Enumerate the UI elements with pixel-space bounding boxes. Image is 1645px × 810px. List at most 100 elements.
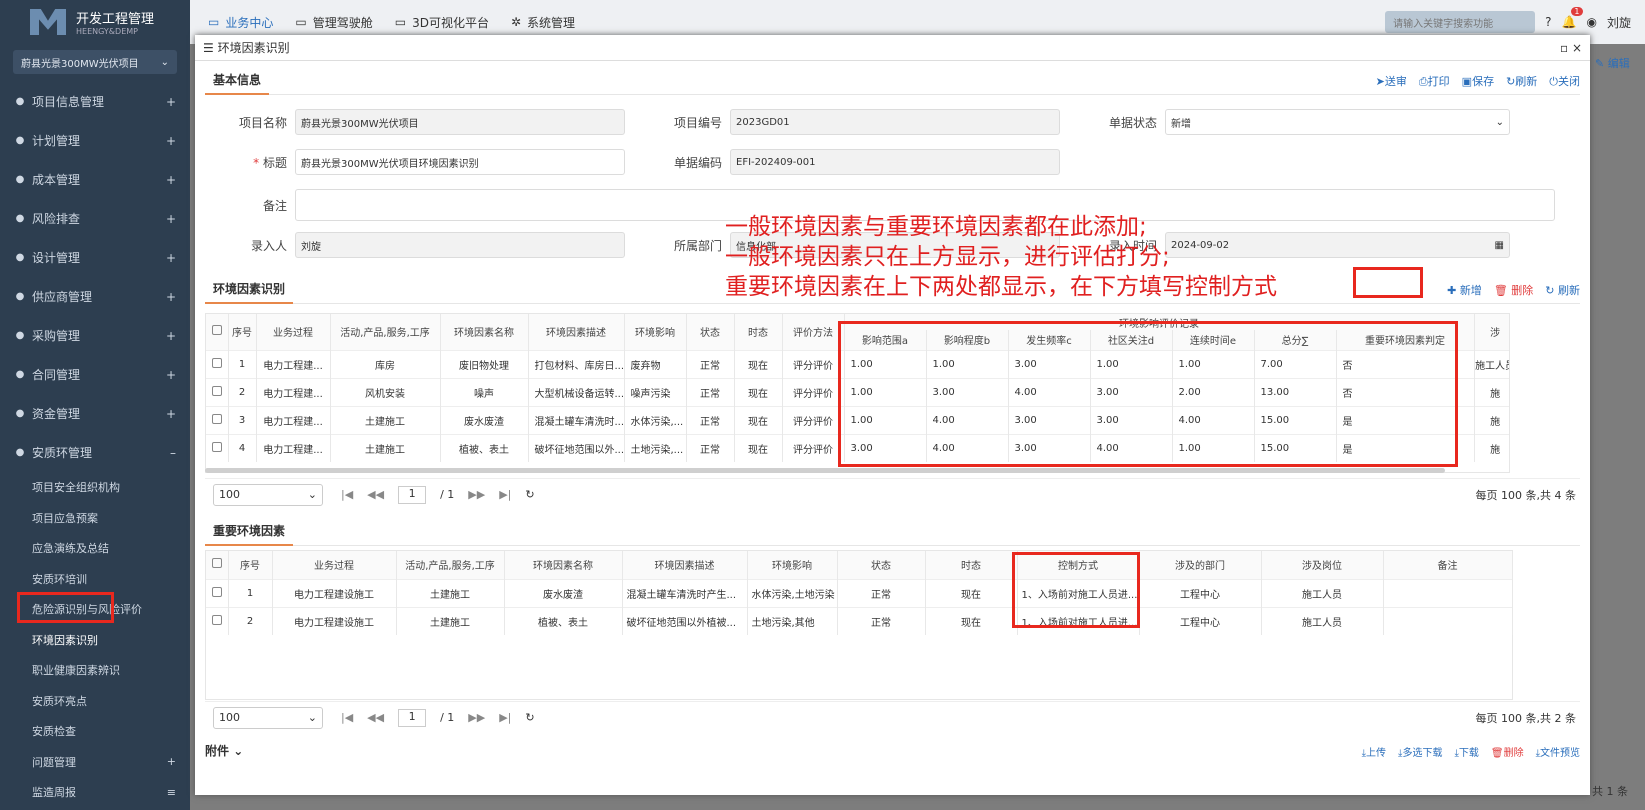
next-page-icon[interactable]: ▶▶ [468,711,485,724]
column-header[interactable]: 业务过程 [272,551,397,579]
sidebar-subitem[interactable]: 环境因素识别 [0,625,190,656]
sidebar-item[interactable]: ● 设计管理 + [0,238,190,277]
column-header[interactable]: 活动,产品,服务,工序 [396,551,505,579]
expand-icon[interactable]: + [166,407,176,421]
basic-action-button[interactable]: ➤送审 [1376,73,1407,89]
sidebar-subitem[interactable]: 安质环培训 [0,564,190,595]
column-header[interactable]: 环境影响 [747,551,838,579]
collapse-menu-icon[interactable]: ≡ [167,786,176,799]
first-page-icon[interactable]: |◀ [341,488,353,501]
project-select[interactable]: 蔚县光景300MW光伏项目 ⌄ [13,50,177,74]
row-checkbox[interactable] [206,406,229,434]
column-header[interactable]: 时态 [734,314,783,350]
column-header[interactable]: 序号 [228,551,273,579]
function-search-input[interactable]: 请输入关键字搜索功能 [1385,11,1536,33]
sidebar-subitem[interactable]: 项目安全组织机构 [0,472,190,503]
user-name[interactable]: 刘旋 [1607,14,1631,31]
row-checkbox[interactable] [206,607,229,635]
attachment-title[interactable]: 附件 ⌄ [205,744,243,758]
column-header[interactable]: 业务过程 [256,314,331,350]
basic-action-button[interactable]: ⏻关闭 [1549,73,1580,89]
project-no-field[interactable]: 2023GD01 [730,109,1060,135]
sidebar-subitem[interactable]: 监造周报 ≡ [0,777,190,808]
table-row[interactable]: 1 电力工程建设施工 土建施工 废水废渣 混凝土罐车清洗时产生... 水体污染,土地污染正… [206,579,1513,607]
page-size-select[interactable]: 100 ⌄ [213,483,323,506]
sidebar-item[interactable]: ● 资金管理 + [0,394,190,433]
sidebar-item[interactable]: ● 安质环管理 – [0,433,190,472]
sidebar-subitem[interactable]: 职业健康因素辨识 [0,655,190,686]
add-button[interactable]: ✚ 新增 [1447,282,1482,298]
prev-page-icon[interactable]: ◀◀ [367,488,384,501]
refresh-button[interactable]: ↻ 刷新 [1545,282,1580,298]
last-page-icon[interactable]: ▶| [499,711,511,724]
sidebar-item[interactable]: ● 采购管理 + [0,316,190,355]
column-header[interactable]: 涉及的部门 [1139,551,1262,579]
column-header[interactable]: 环境因素名称 [504,551,623,579]
column-header[interactable]: 状态 [686,314,735,350]
column-header[interactable]: 涉 [1474,314,1509,350]
sidebar-item[interactable]: ● 合同管理 + [0,355,190,394]
avatar[interactable]: ◉ [1587,15,1597,29]
row-checkbox[interactable] [206,434,229,462]
next-page-icon[interactable]: ▶▶ [468,488,485,501]
entry-field[interactable]: 刘旋 [295,232,625,258]
expand-icon[interactable]: + [166,212,176,226]
last-page-icon[interactable]: ▶| [499,488,511,501]
sidebar-subitem[interactable]: 问题管理 + [0,747,190,778]
env-table-scrollbar[interactable] [205,468,1445,473]
edit-link-behind[interactable]: ✎ 编辑 [1595,55,1630,71]
basic-action-button[interactable]: ↻刷新 [1506,73,1537,89]
select-all-checkbox[interactable] [206,314,229,350]
close-icon[interactable]: × [1572,41,1582,55]
title-field[interactable]: 蔚县光景300MW光伏项目环境因素识别 [295,149,625,175]
sidebar-subitem[interactable]: 项目应急预案 [0,503,190,534]
sidebar-item[interactable]: ● 成本管理 + [0,160,190,199]
expand-icon[interactable]: – [170,446,176,460]
column-header[interactable]: 备注 [1383,551,1513,579]
status-select[interactable]: 新增 ⌄ [1165,109,1510,135]
app-logo[interactable]: 开发工程管理 HEENGY&DEMP [0,0,190,44]
column-header[interactable]: 环境影响 [624,314,687,350]
column-header[interactable]: 评价方法 [782,314,845,350]
select-all-checkbox[interactable] [206,551,229,579]
row-checkbox[interactable] [206,579,229,607]
expand-icon[interactable]: + [166,329,176,343]
page-input[interactable]: 1 [398,485,427,504]
sidebar-item[interactable]: ● 供应商管理 + [0,277,190,316]
expand-icon[interactable]: + [166,368,176,382]
tab-system[interactable]: ✲ 系统管理 [511,14,575,31]
attachment-action-button[interactable]: ⤓文件预览 [1536,744,1580,759]
sidebar-item[interactable]: ● 风险排查 + [0,199,190,238]
column-header[interactable]: 环境因素名称 [440,314,529,350]
page-input[interactable]: 1 [398,708,427,727]
reload-icon[interactable]: ↻ [525,488,534,501]
attachment-action-button[interactable]: ⤓上传 [1362,744,1386,759]
basic-action-button[interactable]: ▣保存 [1462,73,1494,89]
sidebar-item[interactable]: ● 项目信息管理 + [0,82,190,121]
code-field[interactable]: EFI-202409-001 [730,149,1060,175]
basic-action-button[interactable]: ⎙打印 [1419,73,1450,89]
tab-3d-platform[interactable]: ▭ 3D可视化平台 [395,14,489,31]
column-header[interactable]: 环境因素描述 [528,314,625,350]
column-header[interactable]: 环境因素描述 [622,551,748,579]
tab-business-center[interactable]: ▭ 业务中心 [208,14,273,31]
attachment-action-button[interactable]: 🗑删除 [1491,744,1524,759]
sidebar-subitem[interactable]: 应急演练及总结 [0,533,190,564]
attachment-action-button[interactable]: ⤓多选下载 [1398,744,1442,759]
column-header[interactable]: 涉及岗位 [1261,551,1384,579]
expand-icon[interactable]: + [166,134,176,148]
page-size-select[interactable]: 100 ⌄ [213,706,323,729]
bell-icon[interactable]: 🔔 1 [1562,7,1583,29]
delete-button[interactable]: 🗑 删除 [1494,282,1533,298]
tab-cockpit[interactable]: ▭ 管理驾驶舱 [295,14,372,31]
first-page-icon[interactable]: |◀ [341,711,353,724]
row-checkbox[interactable] [206,378,229,406]
column-header[interactable]: 时态 [925,551,1018,579]
attachment-action-button[interactable]: ⤓下载 [1454,744,1478,759]
prev-page-icon[interactable]: ◀◀ [367,711,384,724]
project-name-field[interactable]: 蔚县光景300MW光伏项目 [295,109,625,135]
maximize-icon[interactable]: ▫ [1560,41,1568,55]
expand-icon[interactable]: + [166,173,176,187]
help-icon[interactable]: ? [1545,15,1551,29]
column-header[interactable]: 活动,产品,服务,工序 [330,314,441,350]
